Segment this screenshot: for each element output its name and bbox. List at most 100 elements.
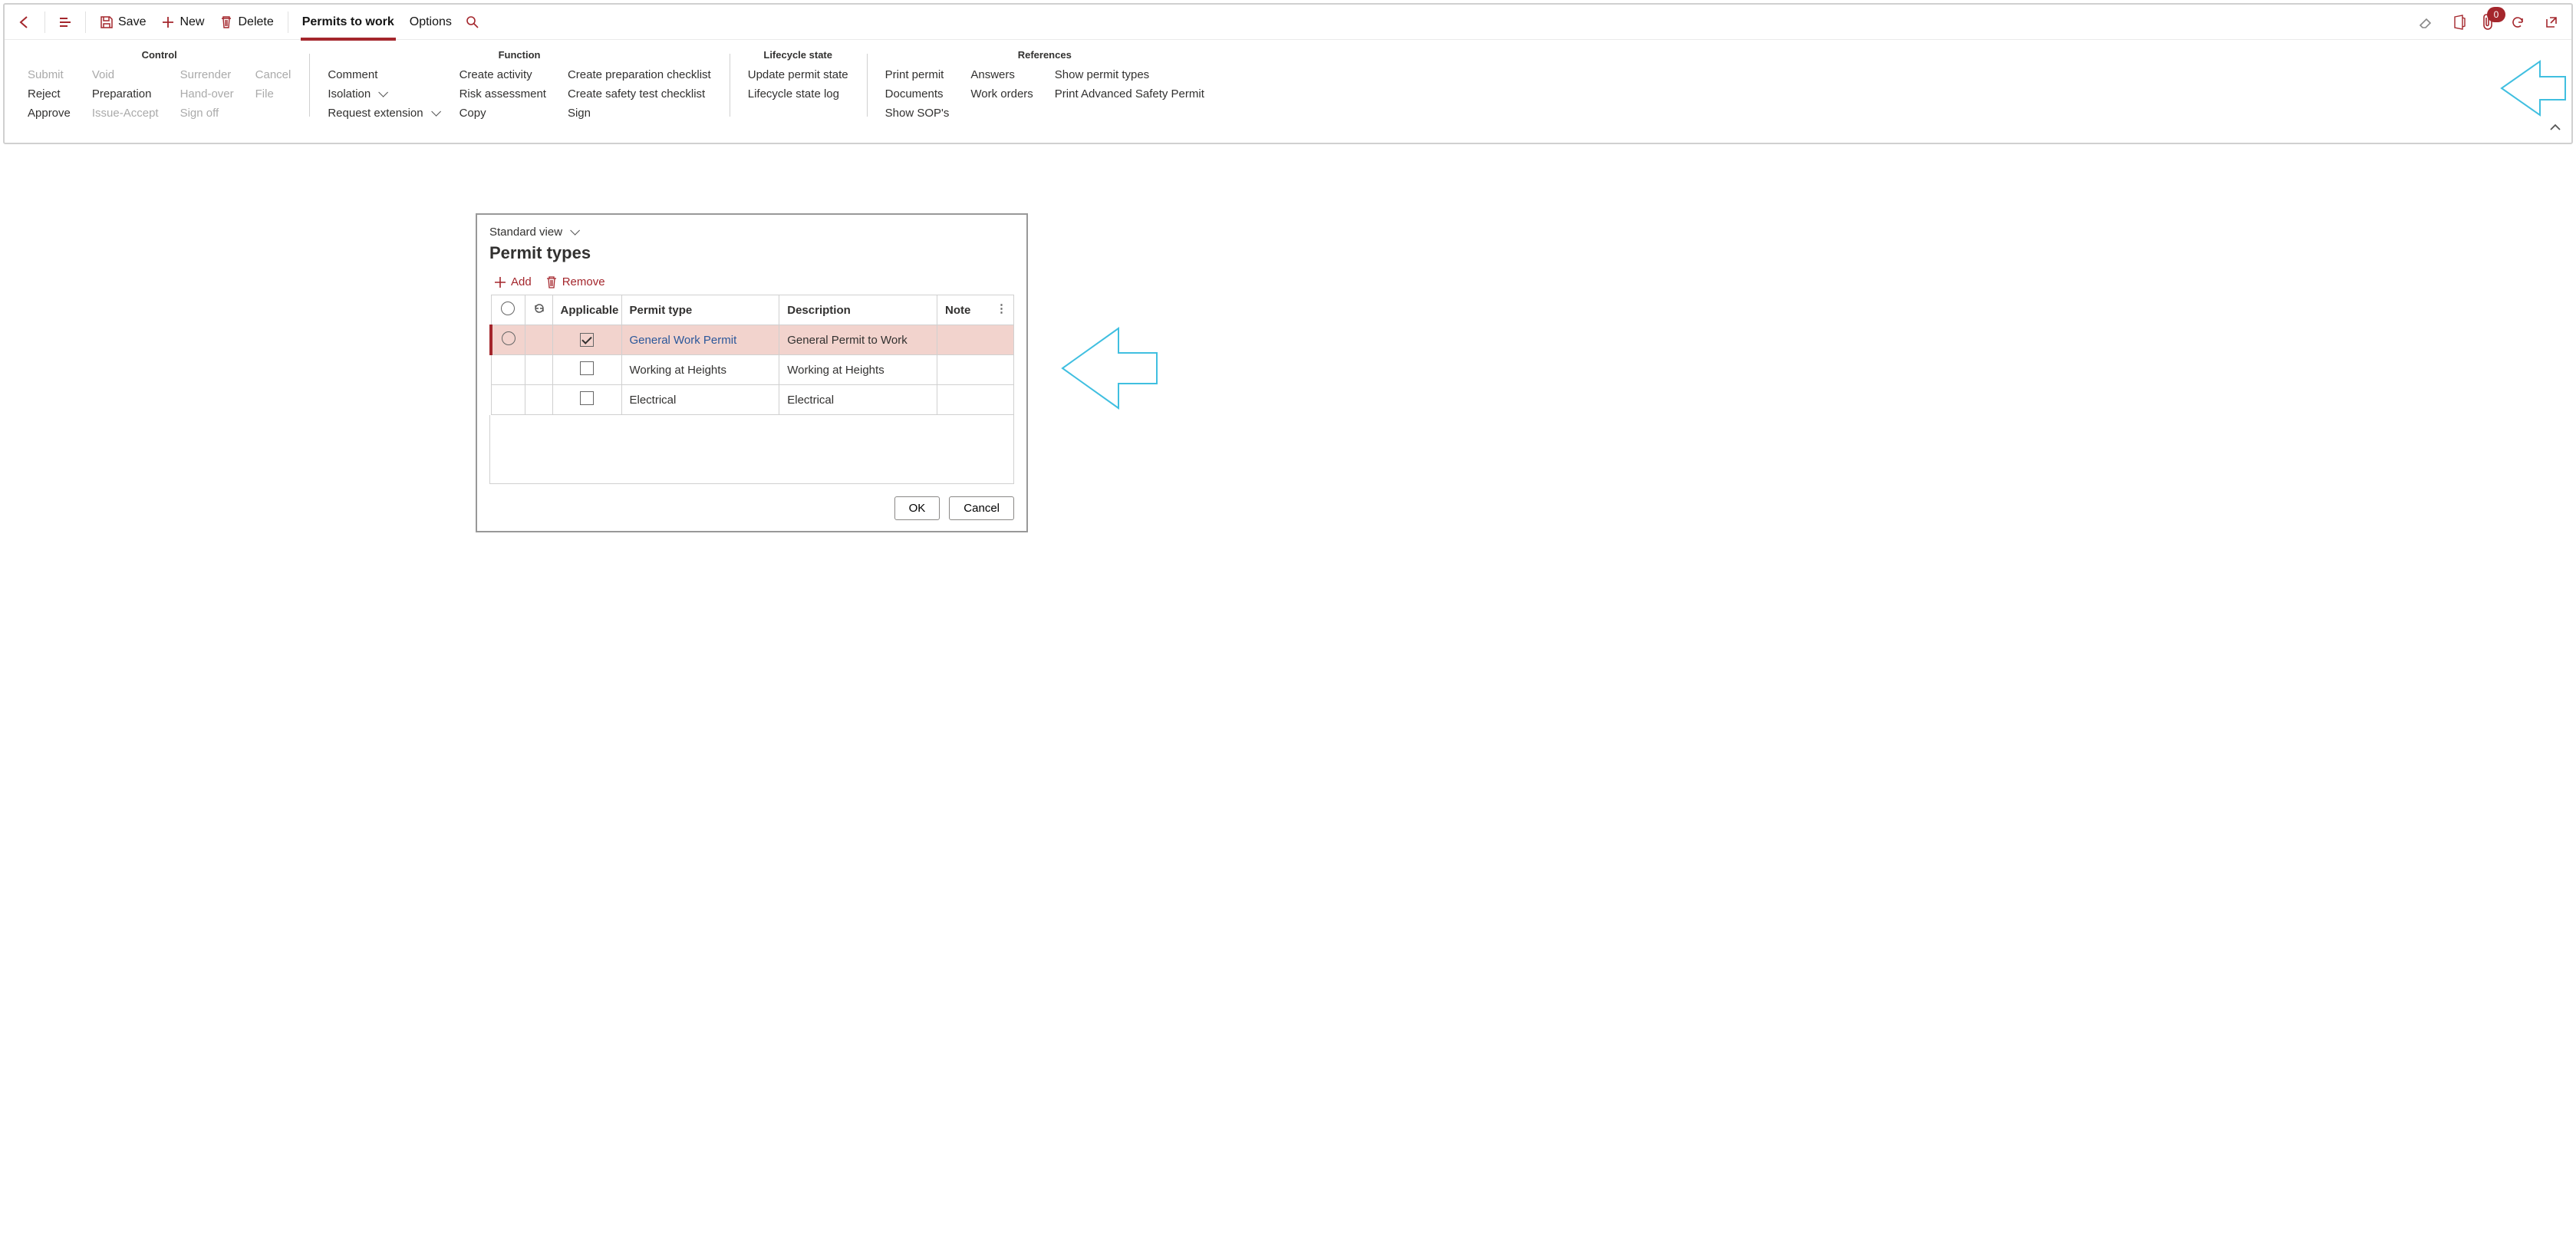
action-request-extension[interactable]: Request extension <box>328 105 437 121</box>
col-note[interactable]: Note ⋮ <box>937 295 1014 325</box>
tab-permits-to-work[interactable]: Permits to work <box>296 8 400 36</box>
permit-type-cell[interactable]: General Work Permit <box>630 334 737 347</box>
action-lifecycle-state-log[interactable]: Lifecycle state log <box>748 86 848 102</box>
remove-label: Remove <box>562 275 605 288</box>
toolbar-right: 0 <box>2413 8 2564 36</box>
table-row[interactable]: General Work Permit General Permit to Wor… <box>491 325 1014 355</box>
action-documents[interactable]: Documents <box>885 86 950 102</box>
back-icon <box>17 15 32 30</box>
action-risk-assessment[interactable]: Risk assessment <box>460 86 546 102</box>
refresh-button[interactable] <box>2505 8 2530 36</box>
remove-button[interactable]: Remove <box>545 275 605 288</box>
col-description[interactable]: Description <box>779 295 937 325</box>
action-preparation[interactable]: Preparation <box>92 86 159 102</box>
back-button[interactable] <box>12 8 37 36</box>
action-print-permit[interactable]: Print permit <box>885 67 950 83</box>
permit-type-cell: Electrical <box>630 394 677 407</box>
col-permit-type[interactable]: Permit type <box>621 295 779 325</box>
action-cancel: Cancel <box>255 67 292 83</box>
add-button[interactable]: Add <box>494 275 532 288</box>
grid-empty-area <box>489 415 1014 484</box>
tab-options[interactable]: Options <box>404 8 458 36</box>
action-isolation[interactable]: Isolation <box>328 86 437 102</box>
description-cell: Electrical <box>779 385 937 415</box>
list-button[interactable] <box>53 8 77 36</box>
radio-icon <box>501 302 515 315</box>
action-sign-off: Sign off <box>180 105 234 121</box>
new-label: New <box>180 15 204 29</box>
attachments-badge: 0 <box>2487 7 2505 22</box>
permit-types-dialog: Standard view Permit types Add Remove Ap… <box>476 213 1028 532</box>
action-create-preparation-checklist[interactable]: Create preparation checklist <box>568 67 711 83</box>
popout-icon <box>2544 15 2559 30</box>
note-cell[interactable] <box>937 355 1014 385</box>
refresh-icon <box>2510 15 2525 30</box>
toolbar: Save New Delete Permits to work Options <box>5 5 2571 40</box>
view-switcher[interactable]: Standard view <box>489 226 577 239</box>
action-copy[interactable]: Copy <box>460 105 546 121</box>
select-all-header[interactable] <box>491 295 525 325</box>
note-cell[interactable] <box>937 385 1014 415</box>
action-create-activity[interactable]: Create activity <box>460 67 546 83</box>
eraser-button[interactable] <box>2413 8 2438 36</box>
cancel-button[interactable]: Cancel <box>949 496 1014 520</box>
permit-types-grid: Applicable Permit type Description Note … <box>489 295 1014 415</box>
save-icon <box>100 15 114 29</box>
office-button[interactable] <box>2447 8 2472 36</box>
group-title: Control <box>28 49 291 61</box>
action-answers[interactable]: Answers <box>970 67 1033 83</box>
note-cell[interactable] <box>937 325 1014 355</box>
dialog-toolbar: Add Remove <box>489 275 1014 295</box>
refresh-header[interactable] <box>525 295 552 325</box>
attachments-button[interactable]: 0 <box>2481 13 2496 31</box>
ok-button[interactable]: OK <box>894 496 940 520</box>
separator <box>85 12 86 33</box>
action-reject[interactable]: Reject <box>28 86 71 102</box>
permit-type-cell: Working at Heights <box>630 364 726 377</box>
action-print-advanced-safety-permit[interactable]: Print Advanced Safety Permit <box>1055 86 1204 102</box>
dialog-title: Permit types <box>489 243 1014 263</box>
search-button[interactable] <box>461 8 484 36</box>
office-icon <box>2452 15 2467 30</box>
dialog-footer: OK Cancel <box>489 496 1014 520</box>
callout-arrow-icon <box>1059 322 1158 414</box>
action-update-permit-state[interactable]: Update permit state <box>748 67 848 83</box>
action-show-permit-types[interactable]: Show permit types <box>1055 67 1204 83</box>
action-sign[interactable]: Sign <box>568 105 711 121</box>
action-create-safety-test-checklist[interactable]: Create safety test checklist <box>568 86 711 102</box>
view-label: Standard view <box>489 226 562 239</box>
popout-button[interactable] <box>2539 8 2564 36</box>
table-row[interactable]: Working at Heights Working at Heights <box>491 355 1014 385</box>
delete-label: Delete <box>238 15 273 29</box>
grid-header-row: Applicable Permit type Description Note … <box>491 295 1014 325</box>
row-select-radio[interactable] <box>502 331 516 345</box>
collapse-button[interactable] <box>2548 120 2562 137</box>
col-applicable[interactable]: Applicable <box>552 295 621 325</box>
save-button[interactable]: Save <box>94 8 152 36</box>
new-button[interactable]: New <box>155 8 210 36</box>
tab-label: Options <box>410 15 452 29</box>
action-pane: Save New Delete Permits to work Options <box>3 3 2573 144</box>
group-control: Control SubmitRejectApproveVoidPreparati… <box>20 49 309 121</box>
delete-button[interactable]: Delete <box>213 8 279 36</box>
description-cell: Working at Heights <box>779 355 937 385</box>
applicable-checkbox[interactable] <box>580 361 594 375</box>
group-lifecycle: Lifecycle state Update permit stateLifec… <box>730 49 867 121</box>
action-show-sop-s[interactable]: Show SOP's <box>885 105 950 121</box>
separator <box>44 12 45 33</box>
chevron-down-icon <box>428 107 438 120</box>
action-issue-accept: Issue-Accept <box>92 105 159 121</box>
action-void: Void <box>92 67 159 83</box>
action-approve[interactable]: Approve <box>28 105 71 121</box>
applicable-checkbox[interactable] <box>580 333 594 347</box>
action-comment[interactable]: Comment <box>328 67 437 83</box>
chevron-down-icon <box>567 226 577 239</box>
applicable-checkbox[interactable] <box>580 391 594 405</box>
column-menu-button[interactable]: ⋮ <box>996 302 1007 315</box>
add-label: Add <box>511 275 532 288</box>
refresh-icon <box>533 302 545 315</box>
action-work-orders[interactable]: Work orders <box>970 86 1033 102</box>
callout-arrow-icon <box>2498 54 2567 123</box>
table-row[interactable]: Electrical Electrical <box>491 385 1014 415</box>
description-cell: General Permit to Work <box>779 325 937 355</box>
